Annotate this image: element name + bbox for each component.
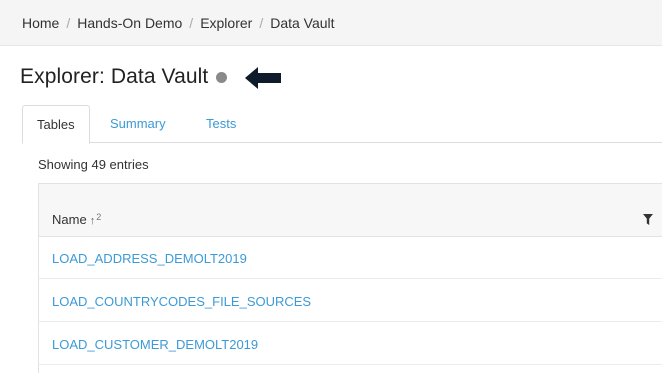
tab-tables[interactable]: Tables — [22, 105, 90, 144]
page-title: Explorer: Data Vault — [20, 64, 209, 88]
entries-count: Showing 49 entries — [38, 157, 149, 172]
breadcrumb-data-vault: Data Vault — [270, 14, 335, 31]
table-link[interactable]: LOAD_CUSTOMER_DEMOLT2019 — [52, 337, 258, 352]
column-header-name[interactable]: Name ↑ 2 — [52, 212, 101, 227]
sort-rank: 2 — [96, 212, 102, 222]
filter-icon[interactable] — [643, 214, 653, 225]
tab-bar: Tables Summary Tests — [22, 105, 662, 144]
breadcrumb-separator: / — [189, 14, 194, 31]
table-header: Name ↑ 2 — [39, 184, 662, 237]
tables-table: Name ↑ 2 LOAD_ADDRESS_DEMOLT2019 LOAD_CO… — [38, 183, 662, 373]
breadcrumb-home[interactable]: Home — [22, 15, 59, 31]
table-link[interactable]: LOAD_COUNTRYCODES_FILE_SOURCES — [52, 294, 311, 309]
table-row: LOAD_ADDRESS_DEMOLT2019 — [39, 237, 662, 279]
table-row: LOAD_COUNTRYCODES_FILE_SOURCES — [39, 280, 662, 322]
table-link[interactable]: LOAD_ADDRESS_DEMOLT2019 — [52, 251, 247, 266]
breadcrumb: Home / Hands-On Demo / Explorer / Data V… — [0, 0, 662, 46]
title-row: Explorer: Data Vault — [20, 64, 282, 89]
status-indicator — [216, 72, 228, 83]
breadcrumb-explorer[interactable]: Explorer — [200, 15, 252, 31]
arrow-left-icon — [245, 67, 282, 89]
breadcrumb-hands-on-demo[interactable]: Hands-On Demo — [77, 15, 182, 31]
breadcrumb-separator: / — [259, 14, 264, 31]
tab-tests[interactable]: Tests — [192, 105, 250, 144]
breadcrumb-separator: / — [66, 14, 71, 31]
column-header-label: Name — [52, 212, 87, 227]
tab-summary[interactable]: Summary — [96, 105, 180, 144]
table-row: LOAD_CUSTOMER_DEMOLT2019 — [39, 323, 662, 365]
sort-ascending-icon: ↑ — [89, 215, 96, 227]
